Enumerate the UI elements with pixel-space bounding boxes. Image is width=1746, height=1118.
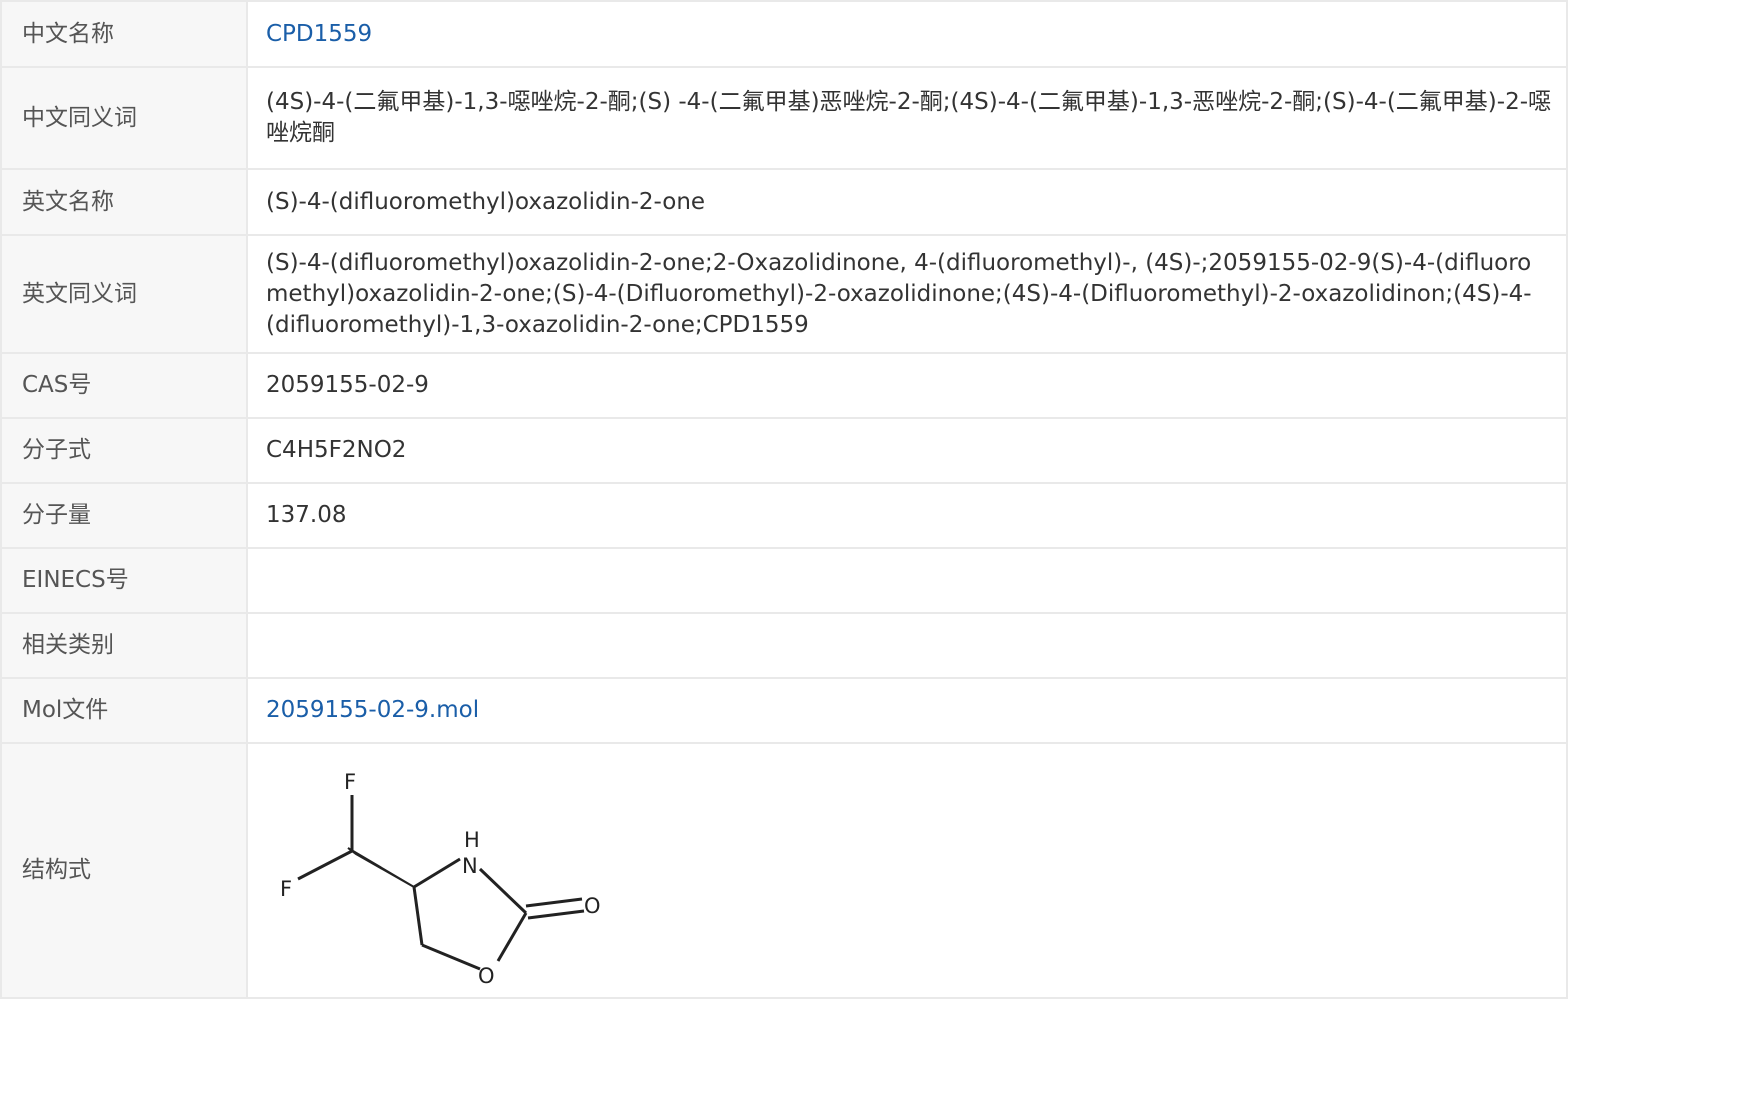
atom-n: N bbox=[462, 854, 478, 878]
bond-c4-n bbox=[413, 857, 461, 888]
atom-f-top: F bbox=[344, 770, 356, 794]
label-mol-file: Mol文件 bbox=[0, 677, 248, 744]
structure-cell: F F H N O O bbox=[246, 742, 1568, 999]
wedge-bond bbox=[347, 846, 415, 888]
atom-f-left: F bbox=[280, 877, 292, 901]
label-english-synonyms: 英文同义词 bbox=[0, 234, 248, 354]
label-structure: 结构式 bbox=[0, 742, 248, 999]
compound-info-table: 中文名称 CPD1559 中文同义词 (4S)-4-(二氟甲基)-1,3-噁唑烷… bbox=[0, 0, 1568, 999]
bond-oring-c5 bbox=[421, 943, 481, 970]
value-formula: C4H5F2NO2 bbox=[246, 417, 1568, 484]
row-structure: 结构式 F F H N O O bbox=[0, 742, 1568, 999]
atom-h: H bbox=[464, 828, 480, 852]
bond-c2-oring bbox=[496, 911, 528, 962]
bond-c5-c4 bbox=[412, 886, 424, 945]
label-chinese-name: 中文名称 bbox=[0, 0, 248, 68]
row-einecs: EINECS号 bbox=[0, 547, 1568, 614]
label-cas: CAS号 bbox=[0, 352, 248, 419]
value-einecs bbox=[246, 547, 1568, 614]
label-english-name: 英文名称 bbox=[0, 168, 248, 236]
label-einecs: EINECS号 bbox=[0, 547, 248, 614]
atom-o-carbonyl: O bbox=[584, 894, 601, 918]
row-chinese-synonyms: 中文同义词 (4S)-4-(二氟甲基)-1,3-噁唑烷-2-酮;(S) -4-(… bbox=[0, 66, 1568, 170]
row-chinese-name: 中文名称 CPD1559 bbox=[0, 0, 1568, 68]
structure-image: F F H N O O bbox=[280, 770, 601, 988]
bond-c2-o-1 bbox=[525, 897, 583, 907]
label-molecular-weight: 分子量 bbox=[0, 482, 248, 549]
row-cas: CAS号 2059155-02-9 bbox=[0, 352, 1568, 419]
row-english-name: 英文名称 (S)-4-(difluoromethyl)oxazolidin-2-… bbox=[0, 168, 1568, 236]
value-english-synonyms: (S)-4-(difluoromethyl)oxazolidin-2-one;2… bbox=[246, 234, 1568, 354]
mol-file-link[interactable]: 2059155-02-9.mol bbox=[266, 697, 479, 723]
bond-c2-o-2 bbox=[527, 909, 585, 919]
row-formula: 分子式 C4H5F2NO2 bbox=[0, 417, 1568, 484]
value-molecular-weight: 137.08 bbox=[246, 482, 1568, 549]
label-chinese-synonyms: 中文同义词 bbox=[0, 66, 248, 170]
bond-n-c2 bbox=[478, 867, 528, 914]
label-formula: 分子式 bbox=[0, 417, 248, 484]
value-cas: 2059155-02-9 bbox=[246, 352, 1568, 419]
atom-o-ring: O bbox=[478, 964, 495, 988]
value-category bbox=[246, 612, 1568, 679]
value-chinese-synonyms: (4S)-4-(二氟甲基)-1,3-噁唑烷-2-酮;(S) -4-(二氟甲基)恶… bbox=[246, 66, 1568, 170]
row-category: 相关类别 bbox=[0, 612, 1568, 679]
row-mol-file: Mol文件 2059155-02-9.mol bbox=[0, 677, 1568, 744]
row-english-synonyms: 英文同义词 (S)-4-(difluoromethyl)oxazolidin-2… bbox=[0, 234, 1568, 354]
value-english-name: (S)-4-(difluoromethyl)oxazolidin-2-one bbox=[246, 168, 1568, 236]
chinese-name-link[interactable]: CPD1559 bbox=[266, 21, 372, 47]
bond-c-f-left bbox=[297, 849, 353, 880]
row-molecular-weight: 分子量 137.08 bbox=[0, 482, 1568, 549]
label-category: 相关类别 bbox=[0, 612, 248, 679]
